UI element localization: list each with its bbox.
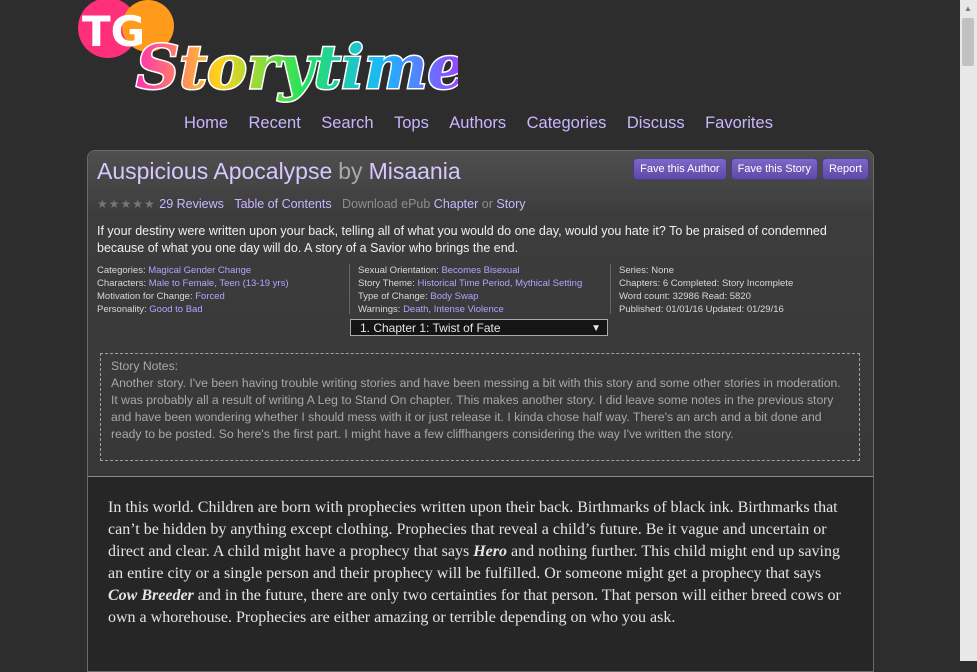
motivation-link[interactable]: Forced [195, 291, 225, 302]
categories-label: Categories: [97, 265, 146, 276]
story-emphasis-cow-breeder: Cow Breeder [108, 587, 194, 604]
wordcount-info: Word count: 32986 Read: 5820 [619, 291, 751, 302]
meta-column-3: Series: None Chapters: 6 Completed: Stor… [610, 264, 873, 315]
download-chapter-link[interactable]: Chapter [434, 197, 478, 211]
scrollbar-thumb[interactable] [962, 18, 974, 66]
series-info: Series: None [619, 265, 674, 276]
published-info: Published: 01/01/16 Updated: 01/29/16 [619, 304, 784, 315]
orientation-link[interactable]: Becomes Bisexual [441, 265, 519, 276]
fave-author-button[interactable]: Fave this Author [633, 158, 727, 180]
story-summary: If your destiny were written upon your b… [97, 224, 827, 255]
nav-authors[interactable]: Authors [449, 114, 506, 133]
fave-story-button[interactable]: Fave this Story [730, 158, 818, 180]
type-link[interactable]: Body Swap [430, 291, 478, 302]
meta-column-2: Sexual Orientation: Becomes Bisexual Sto… [349, 264, 613, 315]
chapter-select-value: 1. Chapter 1: Twist of Fate [360, 321, 501, 335]
nav-recent[interactable]: Recent [249, 114, 301, 133]
rating-row: ★★★★★ 29 Reviews Table of Contents Downl… [97, 197, 526, 211]
nav-home[interactable]: Home [184, 114, 228, 133]
story-body: In this world. Children are born with pr… [88, 477, 873, 649]
story-emphasis-hero: Hero [473, 543, 507, 560]
story-notes-text: Another story. I've been having trouble … [111, 376, 841, 441]
story-header: Auspicious Apocalypse by Misaania Fave thi… [88, 151, 873, 477]
download-story-link[interactable]: Story [496, 197, 525, 211]
scroll-up-icon[interactable]: ▲ [964, 4, 972, 13]
meta-column-1: Categories: Magical Gender Change Charac… [97, 264, 347, 316]
story-notes: Story Notes: Another story. I've been ha… [100, 353, 860, 461]
type-label: Type of Change: [358, 291, 428, 302]
svg-text:Storytime: Storytime [136, 33, 458, 103]
report-button[interactable]: Report [821, 158, 869, 180]
nav-categories[interactable]: Categories [527, 114, 607, 133]
personality-link[interactable]: Good to Bad [149, 304, 202, 315]
nav-search[interactable]: Search [321, 114, 373, 133]
story-text-part-3: and in the future, there are only two ce… [108, 587, 841, 626]
warnings-label: Warnings: [358, 304, 401, 315]
toc-link[interactable]: Table of Contents [234, 197, 331, 211]
main-nav: Home Recent Search Tops Authors Categori… [0, 114, 977, 133]
characters-label: Characters: [97, 278, 147, 289]
theme-label: Story Theme: [358, 278, 415, 289]
chapters-info: Chapters: 6 Completed: Story Incomplete [619, 278, 794, 289]
story-title[interactable]: Auspicious Apocalypse [97, 158, 332, 184]
warnings-link[interactable]: Death, Intense Violence [403, 304, 504, 315]
characters-link[interactable]: Male to Female, Teen (13-19 yrs) [149, 278, 289, 289]
action-buttons: Fave this Author Fave this Story Report [633, 158, 869, 180]
story-panel: Auspicious Apocalypse by Misaania Fave thi… [87, 150, 874, 672]
orientation-label: Sexual Orientation: [358, 265, 439, 276]
rating-stars-icon: ★★★★★ [97, 197, 156, 211]
personality-label: Personality: [97, 304, 147, 315]
nav-discuss[interactable]: Discuss [627, 114, 685, 133]
reviews-link[interactable]: 29 Reviews [159, 197, 224, 211]
download-label: Download ePub [342, 197, 431, 211]
nav-tops[interactable]: Tops [394, 114, 429, 133]
nav-favorites[interactable]: Favorites [705, 114, 773, 133]
by-text: by [338, 158, 363, 184]
categories-link[interactable]: Magical Gender Change [148, 265, 251, 276]
story-notes-label: Story Notes: [111, 359, 179, 373]
or-text: or [481, 197, 493, 211]
chevron-down-icon: ▼ [591, 323, 601, 334]
site-logo[interactable]: TG Storytime [78, 0, 467, 112]
chapter-select[interactable]: 1. Chapter 1: Twist of Fate ▼ [350, 319, 608, 336]
story-title-line: Auspicious Apocalypse by Misaania [97, 158, 461, 185]
author-link[interactable]: Misaania [369, 158, 461, 184]
page-scrollbar[interactable]: ▲ [960, 0, 977, 661]
motivation-label: Motivation for Change: [97, 291, 193, 302]
theme-link[interactable]: Historical Time Period, Mythical Setting [418, 278, 583, 289]
